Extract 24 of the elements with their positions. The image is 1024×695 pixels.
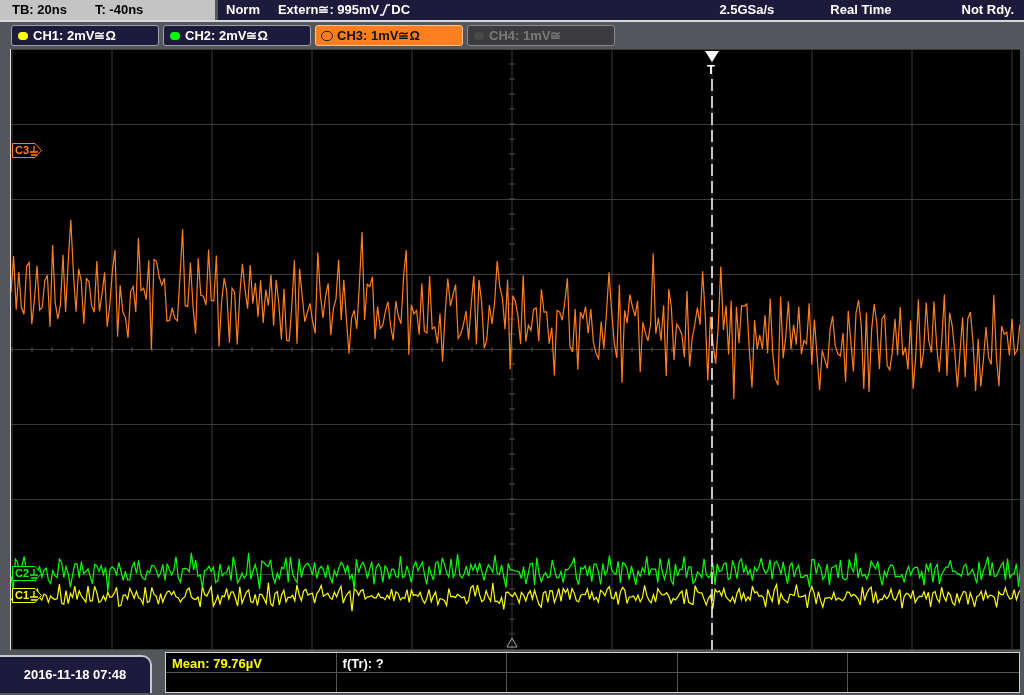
channel-marker[interactable]: C3 xyxy=(12,143,42,158)
channel-marker[interactable]: C2 xyxy=(12,566,42,581)
ground-icon xyxy=(30,590,39,601)
trigger-time-text: T: -40ns xyxy=(94,1,144,20)
ground-icon xyxy=(30,568,39,579)
measurement-text: Mean: 79.76µV xyxy=(172,656,262,671)
trigger-marker-text: T xyxy=(707,63,715,76)
date-text: 2016-11-18 07:48 xyxy=(23,666,127,685)
ground-icon xyxy=(30,145,39,156)
trigger-arrow-icon xyxy=(705,51,719,62)
channel-marker[interactable]: C1 xyxy=(12,588,42,603)
position-arrow-icon xyxy=(506,637,518,648)
channel-tab[interactable]: CH3: 1mV≅Ω xyxy=(315,25,463,46)
channel-tab[interactable]: CH1: 2mV≅Ω xyxy=(11,25,159,46)
trigger-source-text: Extern≅: 995mV xyxy=(277,1,380,20)
mode-text: Norm xyxy=(226,1,260,20)
sample-rate-text: 2.5GSa/s xyxy=(719,1,775,20)
measurement-text: f(Tr): ? xyxy=(342,656,384,671)
trigger-coupling-text: DC xyxy=(391,1,411,20)
acquisition-text: Real Time xyxy=(830,1,892,20)
timebase-text: TB: 20ns xyxy=(12,1,67,20)
rising-edge-icon xyxy=(380,4,391,16)
state-text: Not Rdy. xyxy=(961,1,1014,20)
channel-tab[interactable]: CH2: 2mV≅Ω xyxy=(163,25,311,46)
